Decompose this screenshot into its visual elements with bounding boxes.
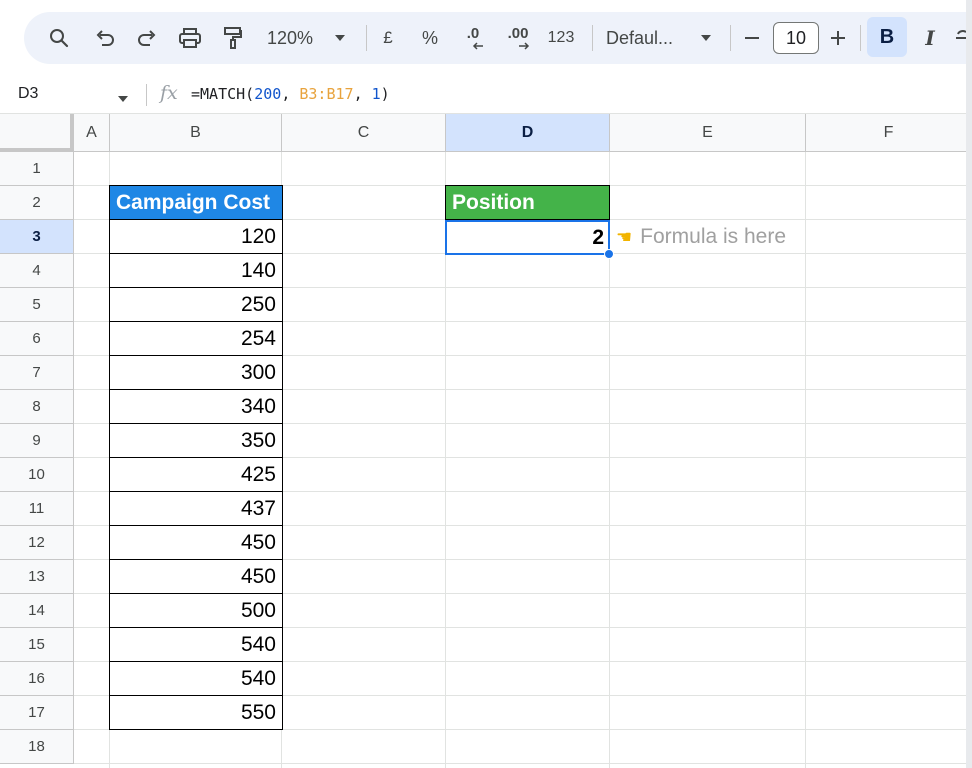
cell-e3-note[interactable]: ☚ Formula is here (616, 220, 786, 254)
row-header-11[interactable]: 11 (0, 492, 74, 526)
toolbar-area: 120% £ % .0 .00 123 Defaul... I 10 B (0, 0, 972, 76)
row-header-15[interactable]: 15 (0, 628, 74, 662)
spreadsheet-grid[interactable]: A B C D E F 1 2 3 4 5 6 7 8 9 10 11 12 13 14 15 16 17 18 Campaig… (0, 114, 972, 768)
bold-button[interactable]: B (867, 17, 907, 57)
cell-b5[interactable]: 250 (109, 288, 283, 322)
decrease-decimal-button[interactable]: .0 (458, 12, 488, 64)
cell-b11[interactable]: 437 (109, 492, 283, 526)
formula-arg-range: B3:B17 (299, 85, 354, 103)
increase-font-size-icon[interactable] (826, 12, 850, 64)
column-gridline (805, 152, 806, 768)
name-box[interactable]: D3 (18, 85, 38, 103)
formula-input[interactable]: =MATCH(200, B3:B17, 1) (191, 85, 390, 103)
window-edge (966, 0, 972, 768)
zoom-chevron-down-icon[interactable] (330, 12, 350, 64)
row-header-12[interactable]: 12 (0, 526, 74, 560)
cell-d2-position-header[interactable]: Position (445, 185, 610, 220)
cell-d3-active[interactable]: 2 (445, 220, 610, 255)
row-header-13[interactable]: 13 (0, 560, 74, 594)
row-header-8[interactable]: 8 (0, 390, 74, 424)
row-header-18[interactable]: 18 (0, 730, 74, 764)
formula-arg-match-type: 1 (371, 85, 381, 103)
increase-decimal-button[interactable]: .00 (500, 12, 536, 64)
column-header-a[interactable]: A (74, 114, 110, 152)
italic-button[interactable]: I (918, 12, 942, 64)
formula-prefix: =MATCH( (191, 85, 255, 103)
cell-b7[interactable]: 300 (109, 356, 283, 390)
formula-bar: D3 fx =MATCH(200, B3:B17, 1) (0, 76, 972, 114)
cell-b4[interactable]: 140 (109, 254, 283, 288)
cell-b15[interactable]: 540 (109, 628, 283, 662)
formula-arg-lookup: 200 (254, 85, 282, 103)
column-header-c[interactable]: C (282, 114, 446, 152)
column-header-d[interactable]: D (446, 114, 610, 152)
row-header-2[interactable]: 2 (0, 186, 74, 220)
cell-b3[interactable]: 120 (109, 220, 283, 254)
search-icon[interactable] (44, 12, 74, 64)
formula-sep: , (281, 85, 300, 103)
cell-b16[interactable]: 540 (109, 662, 283, 696)
formula-bar-divider (146, 84, 147, 106)
column-header-e[interactable]: E (610, 114, 806, 152)
row-header-4[interactable]: 4 (0, 254, 74, 288)
row-header-9[interactable]: 9 (0, 424, 74, 458)
cell-b13[interactable]: 450 (109, 560, 283, 594)
note-text: Formula is here (640, 225, 787, 248)
row-header-1[interactable]: 1 (0, 152, 74, 186)
row-gridline (74, 763, 972, 764)
row-header-10[interactable]: 10 (0, 458, 74, 492)
toolbar-divider (860, 25, 861, 51)
row-header-7[interactable]: 7 (0, 356, 74, 390)
percent-button[interactable]: % (418, 12, 442, 64)
zoom-select[interactable]: 120% (262, 12, 318, 64)
cell-b12[interactable]: 450 (109, 526, 283, 560)
formula-sep: , (353, 85, 372, 103)
increase-decimal-label: .00 (507, 24, 529, 42)
row-header-6[interactable]: 6 (0, 322, 74, 356)
print-icon[interactable] (174, 12, 206, 64)
cell-b2-campaign-cost-header[interactable]: Campaign Cost (109, 185, 283, 220)
undo-icon[interactable] (90, 12, 120, 64)
arrow-right-icon (519, 42, 530, 50)
toolbar-divider (730, 25, 731, 51)
toolbar: 120% £ % .0 .00 123 Defaul... I (24, 12, 972, 64)
column-header-b[interactable]: B (110, 114, 282, 152)
cell-b9[interactable]: 350 (109, 424, 283, 458)
row-header-5[interactable]: 5 (0, 288, 74, 322)
select-all-corner[interactable] (0, 114, 74, 152)
redo-icon[interactable] (132, 12, 162, 64)
toolbar-divider (592, 25, 593, 51)
formula-suffix: ) (380, 85, 390, 103)
row-header-17[interactable]: 17 (0, 696, 74, 730)
cell-b10[interactable]: 425 (109, 458, 283, 492)
cell-b14[interactable]: 500 (109, 594, 283, 628)
row-header-14[interactable]: 14 (0, 594, 74, 628)
cell-b8[interactable]: 340 (109, 390, 283, 424)
row-header-3[interactable]: 3 (0, 220, 74, 254)
arrow-left-icon (472, 42, 483, 50)
name-box-chevron-down-icon[interactable] (117, 90, 129, 108)
cell-b17[interactable]: 550 (109, 696, 283, 730)
font-chevron-down-icon[interactable] (696, 12, 716, 64)
decrease-font-size-icon[interactable] (740, 12, 764, 64)
column-header-f[interactable]: F (806, 114, 972, 152)
toolbar-divider (366, 25, 367, 51)
decrease-decimal-label: .0 (466, 24, 480, 42)
paint-format-icon[interactable] (218, 12, 248, 64)
more-formats-button[interactable]: 123 (544, 12, 578, 64)
fill-handle[interactable] (604, 249, 614, 259)
currency-button[interactable]: £ (376, 12, 400, 64)
row-header-16[interactable]: 16 (0, 662, 74, 696)
font-size-input[interactable]: 10 (773, 22, 819, 54)
pointing-hand-icon: ☚ (616, 226, 633, 247)
cell-b6[interactable]: 254 (109, 322, 283, 356)
font-select[interactable]: Defaul... (606, 12, 684, 64)
fx-icon: fx (160, 82, 178, 104)
